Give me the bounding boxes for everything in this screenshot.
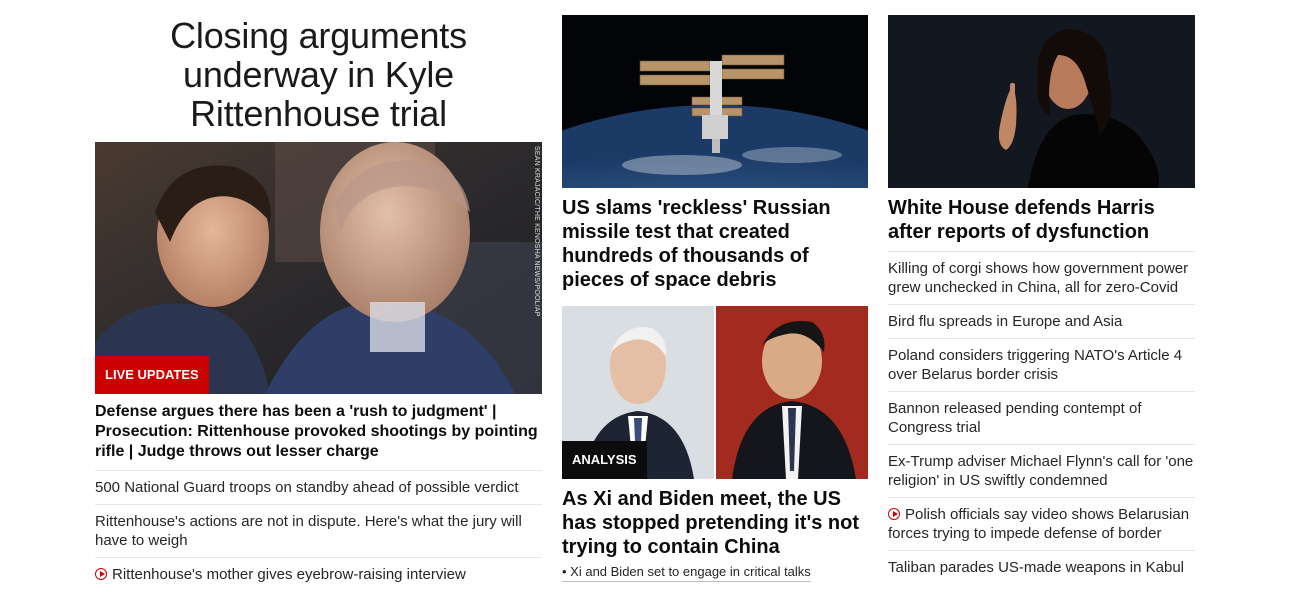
tertiary-column: White House defends Harris after reports…: [888, 15, 1195, 584]
list-item-text[interactable]: Rittenhouse's mother gives eyebrow-raisi…: [112, 566, 466, 583]
analysis-badge[interactable]: ANALYSIS: [562, 441, 647, 479]
top-story-column: Closing arguments underway in Kyle Ritte…: [95, 15, 542, 591]
space-debris-headline[interactable]: US slams 'reckless' Russian missile test…: [562, 196, 868, 292]
space-station-photo: [562, 15, 868, 188]
live-updates-badge[interactable]: LIVE UPDATES: [95, 356, 209, 394]
list-item-text[interactable]: Polish officials say video shows Belarus…: [888, 506, 1189, 542]
xi-biden-talks-link[interactable]: • Xi and Biden set to engage in critical…: [562, 564, 811, 582]
list-item-text[interactable]: Rittenhouse's actions are not in dispute…: [95, 513, 522, 549]
list-item-text[interactable]: Killing of corgi shows how government po…: [888, 260, 1188, 296]
harris-photo: [888, 15, 1195, 188]
list-item[interactable]: Bird flu spreads in Europe and Asia: [888, 304, 1195, 338]
list-item-text[interactable]: 500 National Guard troops on standby ahe…: [95, 479, 519, 496]
list-item[interactable]: Rittenhouse's mother gives eyebrow-raisi…: [95, 557, 542, 591]
hero-image[interactable]: SEAN KRAJACIC/THE KENOSHA NEWS/POOL/AP L…: [95, 142, 542, 394]
photo-credit: SEAN KRAJACIC/THE KENOSHA NEWS/POOL/AP: [533, 146, 540, 317]
list-item[interactable]: Polish officials say video shows Belarus…: [888, 497, 1195, 550]
list-item[interactable]: Bannon released pending contempt of Cong…: [888, 391, 1195, 444]
list-item-text[interactable]: Bird flu spreads in Europe and Asia: [888, 313, 1122, 330]
main-headline[interactable]: Closing arguments underway in Kyle Ritte…: [95, 15, 542, 133]
list-item-text[interactable]: Bannon released pending contempt of Cong…: [888, 400, 1142, 436]
lead-story-link[interactable]: Defense argues there has been a 'rush to…: [95, 402, 542, 462]
list-item[interactable]: Rittenhouse's actions are not in dispute…: [95, 504, 542, 557]
harris-headline[interactable]: White House defends Harris after reports…: [888, 196, 1195, 244]
related-links-list: 500 National Guard troops on standby ahe…: [95, 470, 542, 591]
list-item-text[interactable]: Ex-Trump adviser Michael Flynn's call fo…: [888, 453, 1193, 489]
list-item[interactable]: Taliban parades US-made weapons in Kabul: [888, 550, 1195, 584]
xi-biden-image[interactable]: ANALYSIS: [562, 306, 868, 479]
list-item-text[interactable]: Poland considers triggering NATO's Artic…: [888, 347, 1182, 383]
list-item[interactable]: 500 National Guard troops on standby ahe…: [95, 470, 542, 504]
play-icon: [95, 568, 107, 580]
space-station-image[interactable]: [562, 15, 868, 188]
harris-image[interactable]: [888, 15, 1195, 188]
secondary-column: US slams 'reckless' Russian missile test…: [562, 15, 868, 582]
list-item[interactable]: Killing of corgi shows how government po…: [888, 251, 1195, 304]
xi-biden-headline[interactable]: As Xi and Biden meet, the US has stopped…: [562, 487, 868, 559]
list-item[interactable]: Ex-Trump adviser Michael Flynn's call fo…: [888, 444, 1195, 497]
play-icon: [888, 508, 900, 520]
list-item[interactable]: Poland considers triggering NATO's Artic…: [888, 338, 1195, 391]
list-item-text[interactable]: Taliban parades US-made weapons in Kabul: [888, 559, 1184, 576]
headlines-list: Killing of corgi shows how government po…: [888, 251, 1195, 584]
